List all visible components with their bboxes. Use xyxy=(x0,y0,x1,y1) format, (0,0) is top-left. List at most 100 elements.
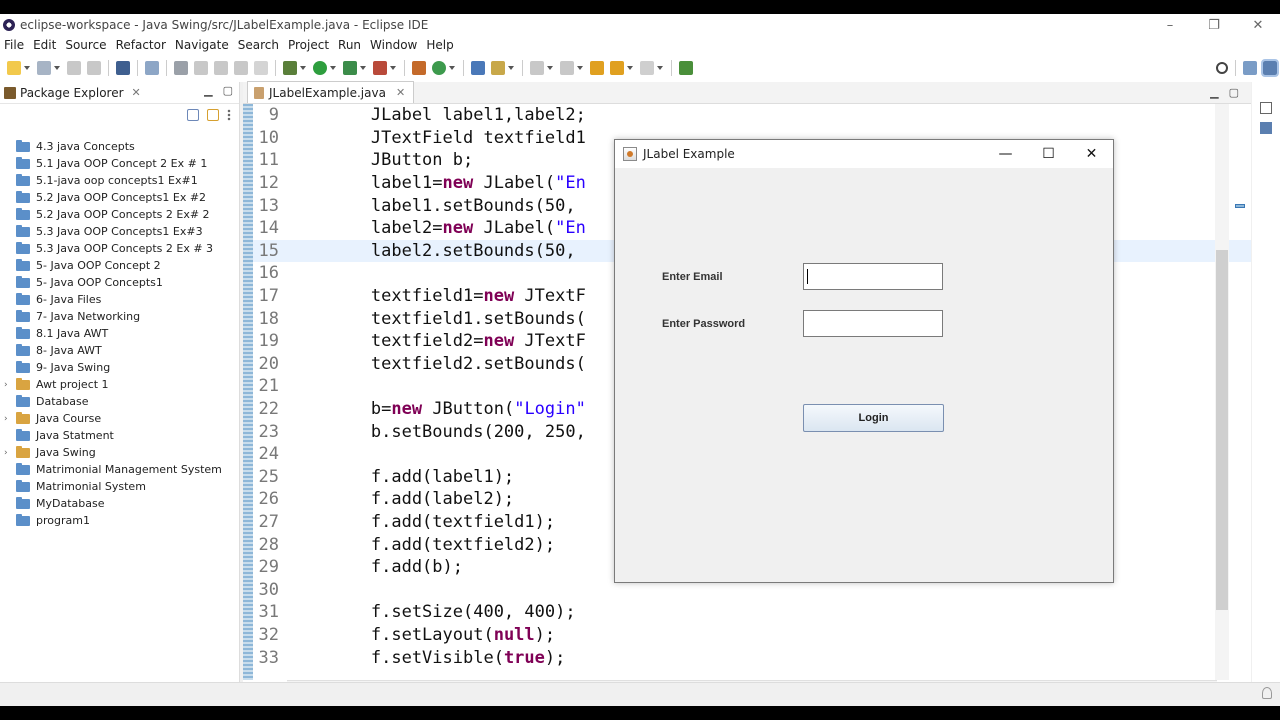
debug-dropdown-icon[interactable] xyxy=(300,66,306,70)
tree-item[interactable]: MyDatabase xyxy=(0,495,240,512)
overview-mark[interactable] xyxy=(1235,204,1245,208)
pin-editor-icon[interactable] xyxy=(679,61,693,75)
close-tab-icon[interactable]: ✕ xyxy=(132,86,141,99)
tree-item[interactable]: 5.2 Java OOP Concepts 2 Ex# 2 xyxy=(0,206,240,223)
run-dropdown-icon[interactable] xyxy=(330,66,336,70)
restore-button[interactable]: ❐ xyxy=(1192,14,1236,36)
last-edit-location-icon[interactable] xyxy=(590,61,604,75)
new-dropdown-icon[interactable] xyxy=(24,66,30,70)
password-field[interactable] xyxy=(803,310,943,337)
maximize-editor-icon[interactable]: ▢ xyxy=(1229,86,1239,99)
search-toolbar-icon[interactable] xyxy=(491,61,505,75)
menu-help[interactable]: Help xyxy=(422,38,458,52)
menu-navigate[interactable]: Navigate xyxy=(171,38,234,52)
toggle-mark-icon[interactable] xyxy=(214,61,228,75)
forward-dropdown-icon[interactable] xyxy=(657,66,663,70)
back-icon[interactable] xyxy=(610,61,624,75)
tree-item[interactable]: 5.1 Java OOP Concept 2 Ex # 1 xyxy=(0,155,240,172)
tree-item[interactable]: 5- Java OOP Concept 2 xyxy=(0,257,240,274)
view-menu-icon[interactable] xyxy=(227,109,231,121)
notification-icon[interactable] xyxy=(1262,687,1272,699)
swing-close-button[interactable]: ✕ xyxy=(1070,140,1113,168)
menu-file[interactable]: File xyxy=(0,38,29,52)
tree-item[interactable]: 9- Java Swing xyxy=(0,359,240,376)
tree-item[interactable]: program1 xyxy=(0,512,240,529)
tree-item[interactable]: 5.3 Java OOP Concepts1 Ex#3 xyxy=(0,223,240,240)
new-icon[interactable] xyxy=(7,61,21,75)
java-perspective-icon[interactable] xyxy=(1261,59,1279,77)
expand-chevron-icon[interactable]: › xyxy=(4,414,14,424)
next-annotation-dropdown-icon[interactable] xyxy=(547,66,553,70)
maximize-view-icon[interactable]: ▢ xyxy=(223,84,233,97)
tree-item[interactable]: › Java Swing xyxy=(0,444,240,461)
tree-item[interactable]: Database xyxy=(0,393,240,410)
code-line[interactable]: 31 f.setSize(400, 400); xyxy=(253,601,1251,624)
minimize-button[interactable]: – xyxy=(1148,14,1192,36)
menu-edit[interactable]: Edit xyxy=(29,38,61,52)
tree-item[interactable]: 5.2 Java OOP Concepts1 Ex #2 xyxy=(0,189,240,206)
outline-view-icon[interactable] xyxy=(1260,122,1272,134)
tree-item[interactable]: 4.3 java Concepts xyxy=(0,138,240,155)
login-button[interactable]: Login xyxy=(803,404,944,432)
pen-icon[interactable] xyxy=(194,61,208,75)
email-field[interactable] xyxy=(803,263,943,290)
menu-search[interactable]: Search xyxy=(234,38,284,52)
new-class-dropdown-icon[interactable] xyxy=(449,66,455,70)
open-perspective-icon[interactable] xyxy=(1243,61,1257,75)
debug-icon[interactable] xyxy=(283,61,297,75)
email-input[interactable] xyxy=(804,264,942,289)
tree-item[interactable]: › Awt project 1 xyxy=(0,376,240,393)
close-tab-icon[interactable]: ✕ xyxy=(396,86,405,99)
tree-item[interactable]: Matrimonial System xyxy=(0,478,240,495)
swing-maximize-button[interactable]: ☐ xyxy=(1027,140,1070,168)
tree-item[interactable]: Matrimonial Management System xyxy=(0,461,240,478)
tree-item[interactable]: 5.1-java oop concepts1 Ex#1 xyxy=(0,172,240,189)
menu-refactor[interactable]: Refactor xyxy=(112,38,171,52)
vertical-scrollbar[interactable] xyxy=(1215,104,1229,680)
expand-chevron-icon[interactable]: › xyxy=(4,448,14,458)
next-annotation-icon[interactable] xyxy=(530,61,544,75)
forward-icon[interactable] xyxy=(640,61,654,75)
password-input[interactable] xyxy=(804,311,942,336)
external-tools-icon[interactable] xyxy=(373,61,387,75)
console-icon[interactable] xyxy=(116,61,130,75)
restore-view-icon[interactable] xyxy=(1260,102,1272,114)
previous-annotation-icon[interactable] xyxy=(560,61,574,75)
open-type-icon[interactable] xyxy=(37,61,51,75)
new-java-class-icon[interactable] xyxy=(432,61,446,75)
link-with-editor-icon[interactable] xyxy=(207,109,219,121)
tree-item[interactable]: Java Statment xyxy=(0,427,240,444)
pin-icon[interactable] xyxy=(174,61,188,75)
expand-chevron-icon[interactable]: › xyxy=(4,380,14,390)
show-whitespace-icon[interactable] xyxy=(254,61,268,75)
skip-breakpoints-icon[interactable] xyxy=(145,61,159,75)
tree-item[interactable]: › Java Course xyxy=(0,410,240,427)
search-dropdown-icon[interactable] xyxy=(508,66,514,70)
close-button[interactable]: ✕ xyxy=(1236,14,1280,36)
new-java-package-icon[interactable] xyxy=(412,61,426,75)
minimize-editor-icon[interactable]: ▁ xyxy=(1210,86,1218,99)
coverage-dropdown-icon[interactable] xyxy=(360,66,366,70)
save-all-icon[interactable] xyxy=(87,61,101,75)
tab-package-explorer[interactable]: Package Explorer ✕ xyxy=(0,86,141,100)
code-line[interactable]: 32 f.setLayout(null); xyxy=(253,624,1251,647)
coverage-icon[interactable] xyxy=(343,61,357,75)
tree-item[interactable]: 7- Java Networking xyxy=(0,308,240,325)
tree-item[interactable]: 5- Java OOP Concepts1 xyxy=(0,274,240,291)
code-line[interactable]: 33 f.setVisible(true); xyxy=(253,646,1251,669)
menu-project[interactable]: Project xyxy=(284,38,334,52)
block-selection-icon[interactable] xyxy=(234,61,248,75)
swing-minimize-button[interactable]: — xyxy=(984,140,1027,168)
open-dropdown-icon[interactable] xyxy=(54,66,60,70)
minimize-view-icon[interactable]: ▁ xyxy=(204,84,212,97)
save-icon[interactable] xyxy=(67,61,81,75)
tab-jlabelexample-java[interactable]: JLabelExample.java ✕ xyxy=(247,81,415,103)
tree-item[interactable]: 8.1 Java AWT xyxy=(0,325,240,342)
previous-annotation-dropdown-icon[interactable] xyxy=(577,66,583,70)
menu-source[interactable]: Source xyxy=(61,38,111,52)
scrollbar-thumb[interactable] xyxy=(1216,250,1228,610)
tree-item[interactable]: 8- Java AWT xyxy=(0,342,240,359)
external-tools-dropdown-icon[interactable] xyxy=(390,66,396,70)
tree-item[interactable]: 6- Java Files xyxy=(0,291,240,308)
collapse-all-icon[interactable] xyxy=(187,109,199,121)
